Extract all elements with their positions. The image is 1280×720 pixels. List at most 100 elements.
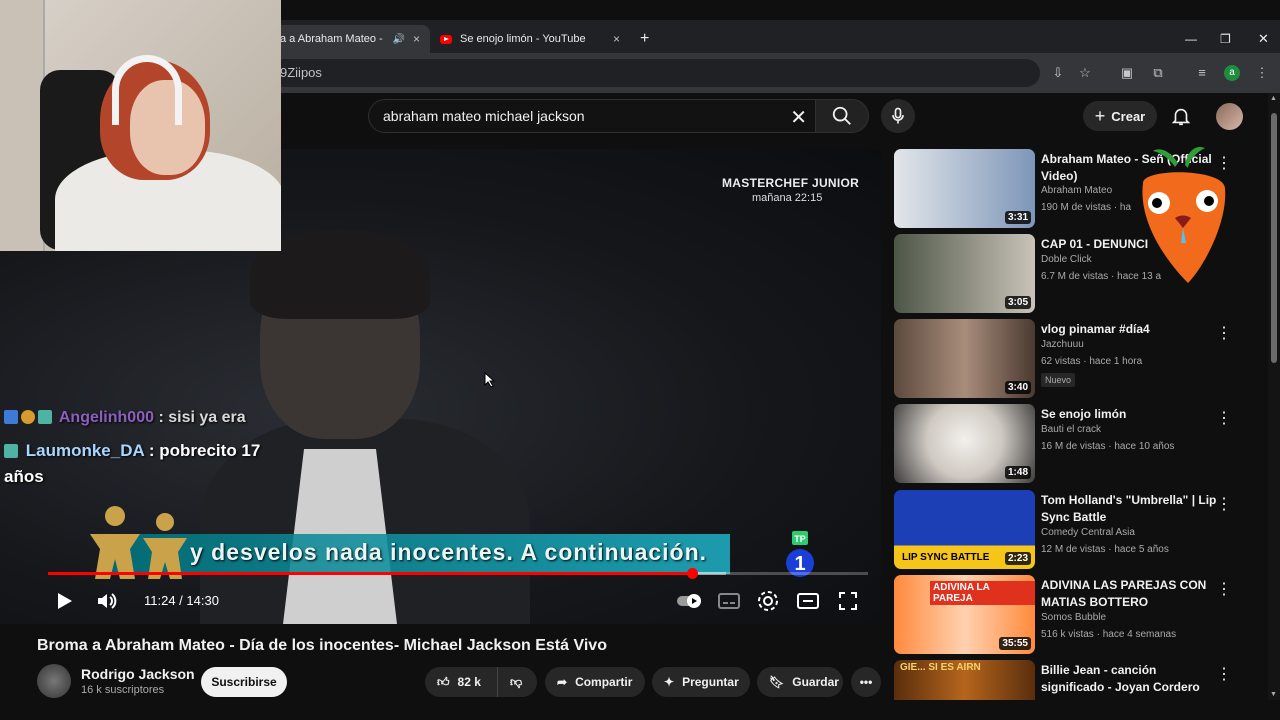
shelf xyxy=(0,0,45,251)
chat-badge-icon xyxy=(21,410,35,424)
video-thumbnail[interactable]: 3:40 xyxy=(894,319,1035,398)
scroll-up-icon[interactable]: ▲ xyxy=(1270,95,1277,102)
save-label: Guardar xyxy=(792,675,839,689)
recommendation-item[interactable]: 1:48 Se enojo limón Bauti el crack 16 M … xyxy=(894,404,1234,484)
search-input[interactable]: abraham mateo michael jackson ✕ xyxy=(368,99,816,133)
progress-scrubber[interactable] xyxy=(687,568,698,579)
sparkle-icon: ✦ xyxy=(664,675,675,689)
dislike-button[interactable]: 👎︎ xyxy=(497,667,537,697)
recommendation-item[interactable]: ADIVINA LA PAREJA 35:55 ADIVINA LAS PARE… xyxy=(894,575,1234,655)
recommendation-channel: Abraham Mateo xyxy=(1041,185,1113,196)
clear-search-icon[interactable]: ✕ xyxy=(790,105,807,130)
chat-message: Angelinh000 : sisi ya era xyxy=(4,409,246,427)
restore-icon[interactable]: ❐ xyxy=(1210,25,1241,53)
play-icon[interactable] xyxy=(52,589,76,613)
more-actions-button[interactable]: ••• xyxy=(851,667,881,697)
video-thumbnail[interactable]: LIP SYNC BATTLE 2:23 xyxy=(894,490,1035,569)
duration-badge: 3:40 xyxy=(1004,381,1031,394)
subtitles-icon[interactable] xyxy=(717,589,741,613)
speaker-icon[interactable]: 🔊 xyxy=(393,34,405,45)
bookmark-icon: 🔖︎ xyxy=(769,675,785,689)
star-icon[interactable]: ☆ xyxy=(1077,65,1093,81)
new-badge: Nuevo xyxy=(1041,373,1076,387)
chat-badge-icon xyxy=(4,410,18,424)
autoplay-toggle-icon[interactable] xyxy=(676,589,702,613)
recommendation-channel: Doble Click xyxy=(1041,254,1092,265)
like-count: 82 k xyxy=(457,675,481,689)
tab-abraham-mateo[interactable]: a a Abraham Mateo - 🔊 × xyxy=(270,25,430,53)
video-thumbnail[interactable]: ADIVINA LA PAREJA 35:55 xyxy=(894,575,1035,654)
recommendation-title[interactable]: ADIVINA LAS PAREJAS CON MATIAS BOTTERO xyxy=(1041,577,1219,611)
window-close-icon[interactable]: ✕ xyxy=(1248,25,1279,53)
install-icon[interactable]: ⇩ xyxy=(1050,65,1066,81)
settings-gear-icon[interactable] xyxy=(756,589,780,613)
close-icon[interactable]: × xyxy=(413,32,420,46)
menu-icon[interactable]: ⋮ xyxy=(1254,65,1270,81)
channel-avatar[interactable] xyxy=(37,664,71,698)
video-thumbnail[interactable]: 3:31 xyxy=(894,149,1035,228)
ask-button[interactable]: ✦ Preguntar xyxy=(652,667,750,697)
save-button[interactable]: 🔖︎ Guardar xyxy=(757,667,843,697)
mouse-cursor-icon xyxy=(484,372,496,388)
create-button[interactable]: + Crear xyxy=(1083,101,1157,131)
more-options-icon[interactable]: ⋮ xyxy=(1216,579,1232,599)
bottom-black-bar xyxy=(0,700,1280,720)
youtube-icon xyxy=(440,34,452,44)
more-icon: ••• xyxy=(859,675,873,689)
extensions-icon[interactable]: ⧉ xyxy=(1150,65,1166,81)
subscribe-button[interactable]: Suscribirse xyxy=(201,667,287,697)
page-scrollbar[interactable]: ▲ ▼ xyxy=(1268,93,1280,700)
chat-text: : pobrecito 17 xyxy=(148,441,261,460)
notifications-bell-icon[interactable] xyxy=(1170,105,1192,127)
recommendation-item[interactable]: GIE... SI ES AIRN Billie Jean - canción … xyxy=(894,660,1234,700)
figures-logo-icon xyxy=(90,506,187,579)
tab-label: a a Abraham Mateo - xyxy=(280,33,383,45)
recommendation-item[interactable]: 3:40 vlog pinamar #día4 Jazchuuu 62 vist… xyxy=(894,319,1234,399)
minimize-icon[interactable]: — xyxy=(1175,25,1207,53)
media-icon[interactable]: ≡ xyxy=(1194,65,1210,81)
chat-text: : sisi ya era xyxy=(158,409,246,426)
search-query: abraham mateo michael jackson xyxy=(383,108,585,124)
scroll-down-icon[interactable]: ▼ xyxy=(1270,691,1277,698)
ask-label: Preguntar xyxy=(682,675,739,689)
more-options-icon[interactable]: ⋮ xyxy=(1216,664,1232,684)
create-label: Crear xyxy=(1111,108,1146,124)
close-icon[interactable]: × xyxy=(613,32,620,46)
theater-mode-icon[interactable] xyxy=(796,589,820,613)
search-icon xyxy=(832,106,851,125)
profile-icon[interactable]: a xyxy=(1224,65,1240,81)
video-thumbnail[interactable]: GIE... SI ES AIRN xyxy=(894,660,1035,700)
more-options-icon[interactable]: ⋮ xyxy=(1216,494,1232,514)
scrollbar-thumb[interactable] xyxy=(1271,113,1277,363)
recommendation-title[interactable]: Tom Holland's "Umbrella" | Lip Sync Batt… xyxy=(1041,492,1219,526)
share-button[interactable]: ➦ Compartir xyxy=(545,667,645,697)
more-options-icon[interactable]: ⋮ xyxy=(1216,408,1232,428)
account-avatar[interactable] xyxy=(1216,103,1243,130)
chat-message: Laumonke_DA : pobrecito 17 xyxy=(4,441,260,461)
recommendation-title[interactable]: Se enojo limón xyxy=(1041,406,1219,423)
video-thumbnail[interactable]: 1:48 xyxy=(894,404,1035,483)
recommendation-item[interactable]: LIP SYNC BATTLE 2:23 Tom Holland's "Umbr… xyxy=(894,490,1234,570)
channel-name[interactable]: Rodrigo Jackson xyxy=(81,666,195,682)
fullscreen-icon[interactable] xyxy=(836,589,860,613)
like-button[interactable]: 👍︎ 82 k xyxy=(425,667,497,697)
tab-se-enojo-limon[interactable]: Se enojo limón - YouTube × xyxy=(430,25,630,53)
duration-badge: 3:05 xyxy=(1004,296,1031,309)
recommendation-channel: Jazchuuu xyxy=(1041,339,1084,350)
chat-username: Angelinh000 xyxy=(58,409,154,426)
voice-search-button[interactable] xyxy=(881,99,915,133)
search-button[interactable] xyxy=(815,99,869,133)
volume-icon[interactable] xyxy=(95,589,119,613)
masterchef-watermark: MASTERCHEF JUNIOR xyxy=(722,176,860,190)
translate-icon[interactable]: ▣ xyxy=(1119,65,1135,81)
time-display: 11:24 / 14:30 xyxy=(144,593,219,608)
video-thumbnail[interactable]: 3:05 xyxy=(894,234,1035,313)
chat-username: Laumonke_DA xyxy=(25,441,145,460)
url-field[interactable]: 9Ziipos xyxy=(270,59,1040,87)
new-tab-button[interactable]: + xyxy=(630,25,654,53)
plus-icon: + xyxy=(1094,105,1106,126)
recommendation-title[interactable]: Billie Jean - canción significado - Joya… xyxy=(1041,662,1219,696)
more-options-icon[interactable]: ⋮ xyxy=(1216,323,1232,343)
recommendation-title[interactable]: vlog pinamar #día4 xyxy=(1041,321,1219,338)
thumbs-down-icon: 👎︎ xyxy=(510,674,523,689)
